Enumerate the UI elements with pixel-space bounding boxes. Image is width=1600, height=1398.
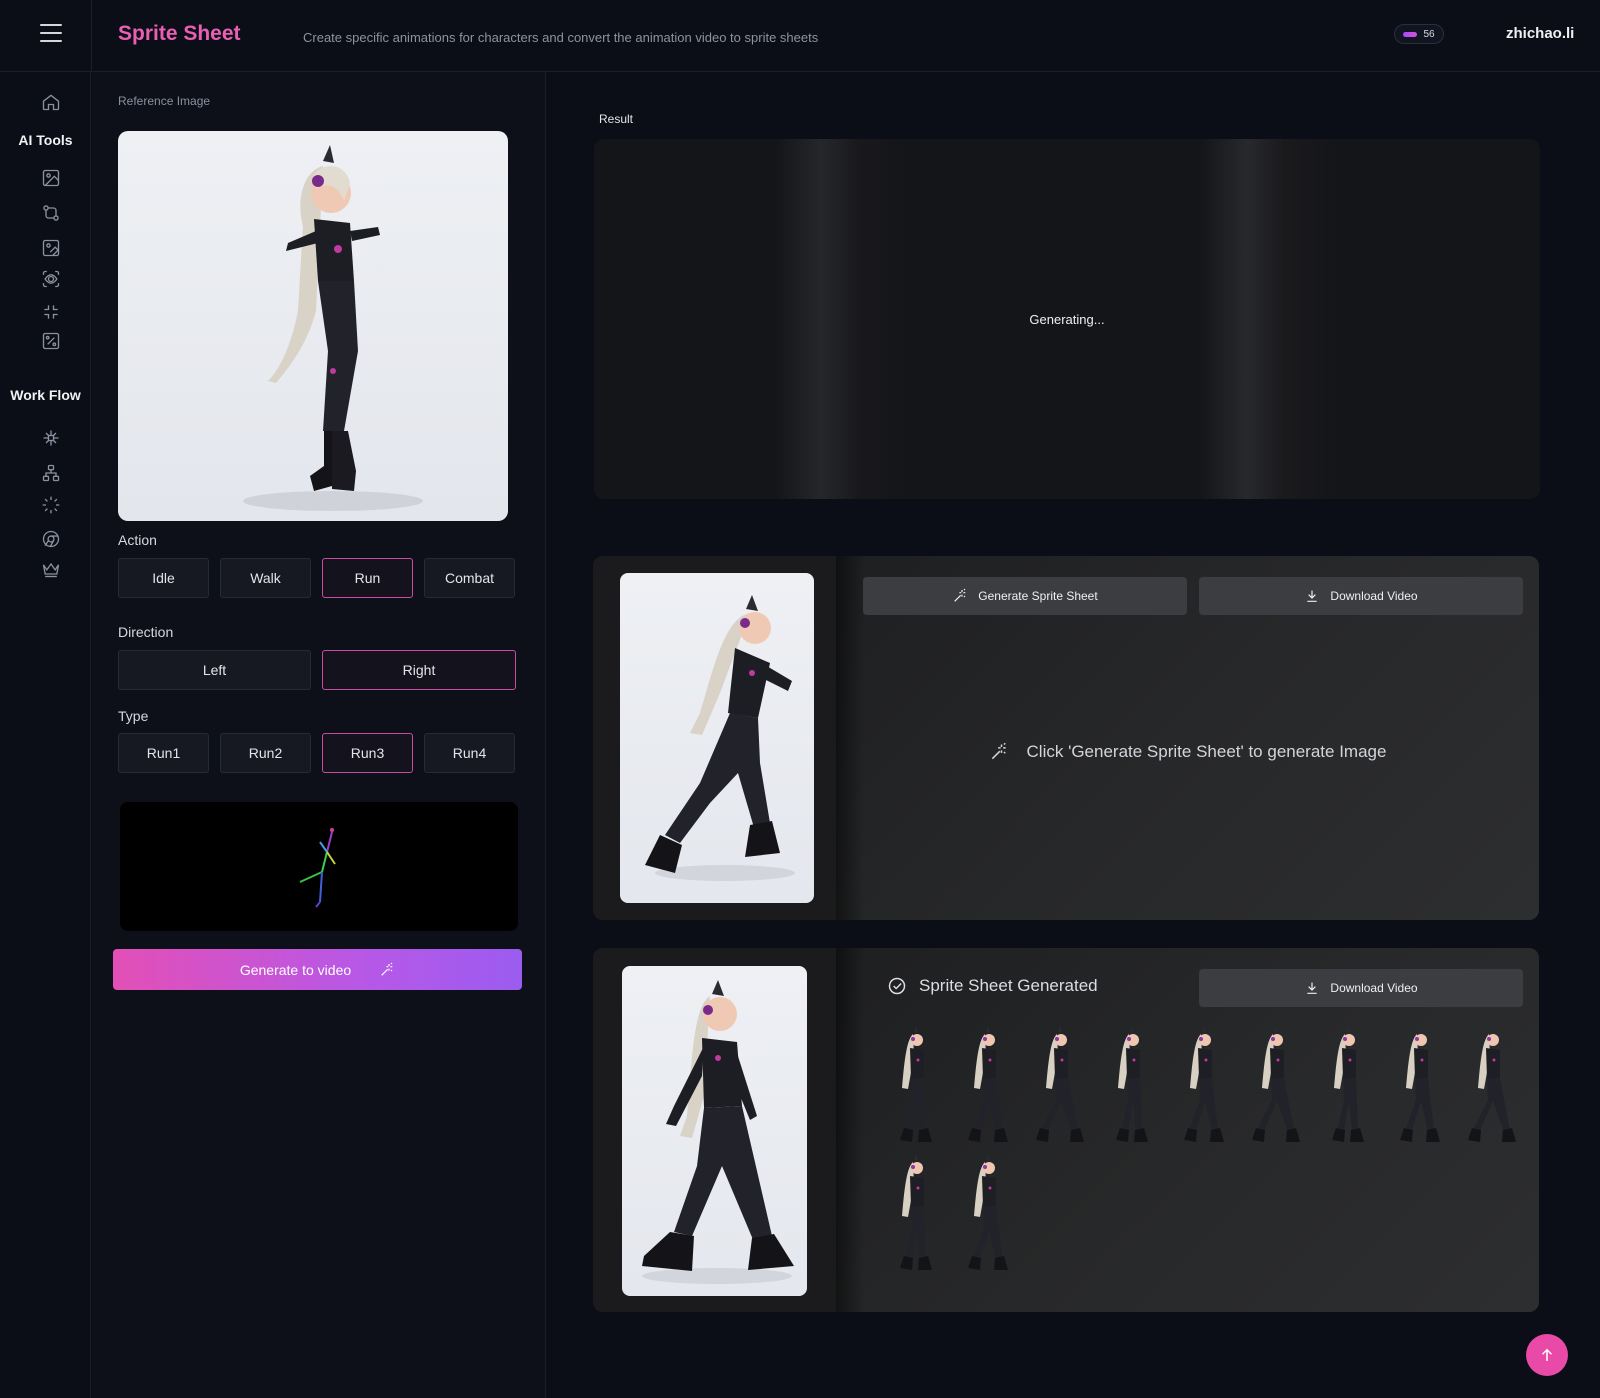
download-video-label: Download Video (1330, 981, 1418, 995)
menu-icon[interactable] (40, 24, 62, 42)
direction-right-button[interactable]: Right (322, 650, 516, 690)
divider (91, 0, 92, 72)
image-edit-icon[interactable] (38, 235, 64, 261)
workflow-grid-icon[interactable] (38, 425, 64, 451)
git-compare-icon[interactable] (38, 200, 64, 226)
generate-sprite-sheet-button[interactable]: Generate Sprite Sheet (863, 577, 1187, 615)
check-circle-icon (888, 977, 906, 995)
action-idle-button[interactable]: Idle (118, 558, 209, 598)
reference-image[interactable] (118, 131, 508, 521)
shrink-icon[interactable] (38, 299, 64, 325)
sprite-frame (1318, 1026, 1378, 1151)
action-run-button[interactable]: Run (322, 558, 413, 598)
result-label: Result (599, 112, 634, 126)
action-combat-button[interactable]: Combat (424, 558, 515, 598)
direction-left-button[interactable]: Left (118, 650, 311, 690)
settings-panel: Reference Image Action Idle Walk Run Com… (92, 72, 546, 1398)
arrow-up-icon (1541, 1348, 1553, 1361)
generate-placeholder: Click 'Generate Sprite Sheet' to generat… (836, 742, 1539, 762)
action-walk-button[interactable]: Walk (220, 558, 311, 598)
sprite-sheet-status: Sprite Sheet Generated (887, 976, 1098, 996)
sprite-frame (1390, 1026, 1450, 1151)
sparkle-wand-icon (954, 588, 966, 602)
type-label: Type (118, 708, 149, 724)
app-subtitle: Create specific animations for character… (303, 30, 819, 45)
character-run-figure (645, 595, 795, 881)
character-walk-figure (642, 980, 794, 1284)
credits-count: 56 (1423, 28, 1435, 40)
scroll-top-button[interactable] (1526, 1334, 1568, 1376)
download-video-button[interactable]: Download Video (1199, 577, 1523, 615)
action-label: Action (118, 532, 157, 548)
download-icon (1307, 982, 1318, 994)
sparkle-wand-icon (991, 742, 1006, 760)
type-run4-button[interactable]: Run4 (424, 733, 515, 773)
sidebar: AI Tools Work Flow (0, 72, 91, 1398)
card-action-column: Generate Sprite Sheet Download Video Cli… (836, 556, 1539, 920)
chrome-icon[interactable] (38, 526, 64, 552)
sprite-frame (1462, 1026, 1522, 1151)
home-icon[interactable] (38, 89, 64, 115)
pose-preview (120, 802, 518, 931)
type-run1-button[interactable]: Run1 (118, 733, 209, 773)
sprite-frame (958, 1154, 1018, 1279)
download-icon (1307, 590, 1318, 602)
walk-frame-thumbnail[interactable] (622, 966, 807, 1296)
card-preview-column (593, 948, 836, 1312)
sprite-sheet-status-text: Sprite Sheet Generated (919, 976, 1098, 995)
character-figure (243, 145, 423, 511)
top-bar: Sprite Sheet Create specific animations … (0, 0, 1600, 72)
loader-icon[interactable] (38, 492, 64, 518)
nav-heading-workflow: Work Flow (10, 387, 81, 403)
credits-badge[interactable]: 56 (1394, 24, 1444, 44)
run-frame-thumbnail[interactable] (620, 573, 814, 903)
pose-skeleton (299, 828, 336, 908)
crown-icon[interactable] (38, 556, 64, 582)
sprite-frame (886, 1154, 946, 1279)
direction-label: Direction (118, 624, 174, 640)
image-remove-bg-icon[interactable] (38, 328, 64, 354)
sprite-frame (1030, 1026, 1090, 1151)
nav-heading-ai-tools: AI Tools (18, 132, 73, 148)
network-icon[interactable] (38, 460, 64, 486)
generate-video-label: Generate to video (239, 961, 352, 978)
sprite-card-generated: Sprite Sheet Generated Download Video (593, 948, 1539, 1312)
result-status: Generating... (1029, 311, 1105, 327)
scan-eye-icon[interactable] (38, 266, 64, 292)
username[interactable]: zhichao.li (1506, 25, 1574, 42)
result-preview: Generating... (594, 139, 1540, 499)
sprite-frame (1102, 1026, 1162, 1151)
sprite-frame (1174, 1026, 1234, 1151)
card-preview-column (593, 556, 836, 920)
type-run2-button[interactable]: Run2 (220, 733, 311, 773)
type-run3-button[interactable]: Run3 (322, 733, 413, 773)
sprite-card-pending: Generate Sprite Sheet Download Video Cli… (593, 556, 1539, 920)
sprite-frame (958, 1026, 1018, 1151)
credits-icon (1403, 31, 1418, 37)
generate-sprite-sheet-label: Generate Sprite Sheet (978, 589, 1098, 603)
sprite-frame (1246, 1026, 1306, 1151)
generate-video-button[interactable]: Generate to video (113, 949, 522, 990)
image-icon[interactable] (38, 165, 64, 191)
sprite-frame (886, 1026, 946, 1151)
placeholder-text: Click 'Generate Sprite Sheet' to generat… (1026, 742, 1387, 761)
app-title: Sprite Sheet (118, 22, 241, 45)
download-video-button-2[interactable]: Download Video (1199, 969, 1523, 1007)
reference-image-label: Reference Image (118, 94, 211, 108)
sparkle-wand-icon (381, 962, 393, 976)
download-video-label: Download Video (1330, 589, 1418, 603)
card-result-column: Sprite Sheet Generated Download Video (836, 948, 1539, 1312)
